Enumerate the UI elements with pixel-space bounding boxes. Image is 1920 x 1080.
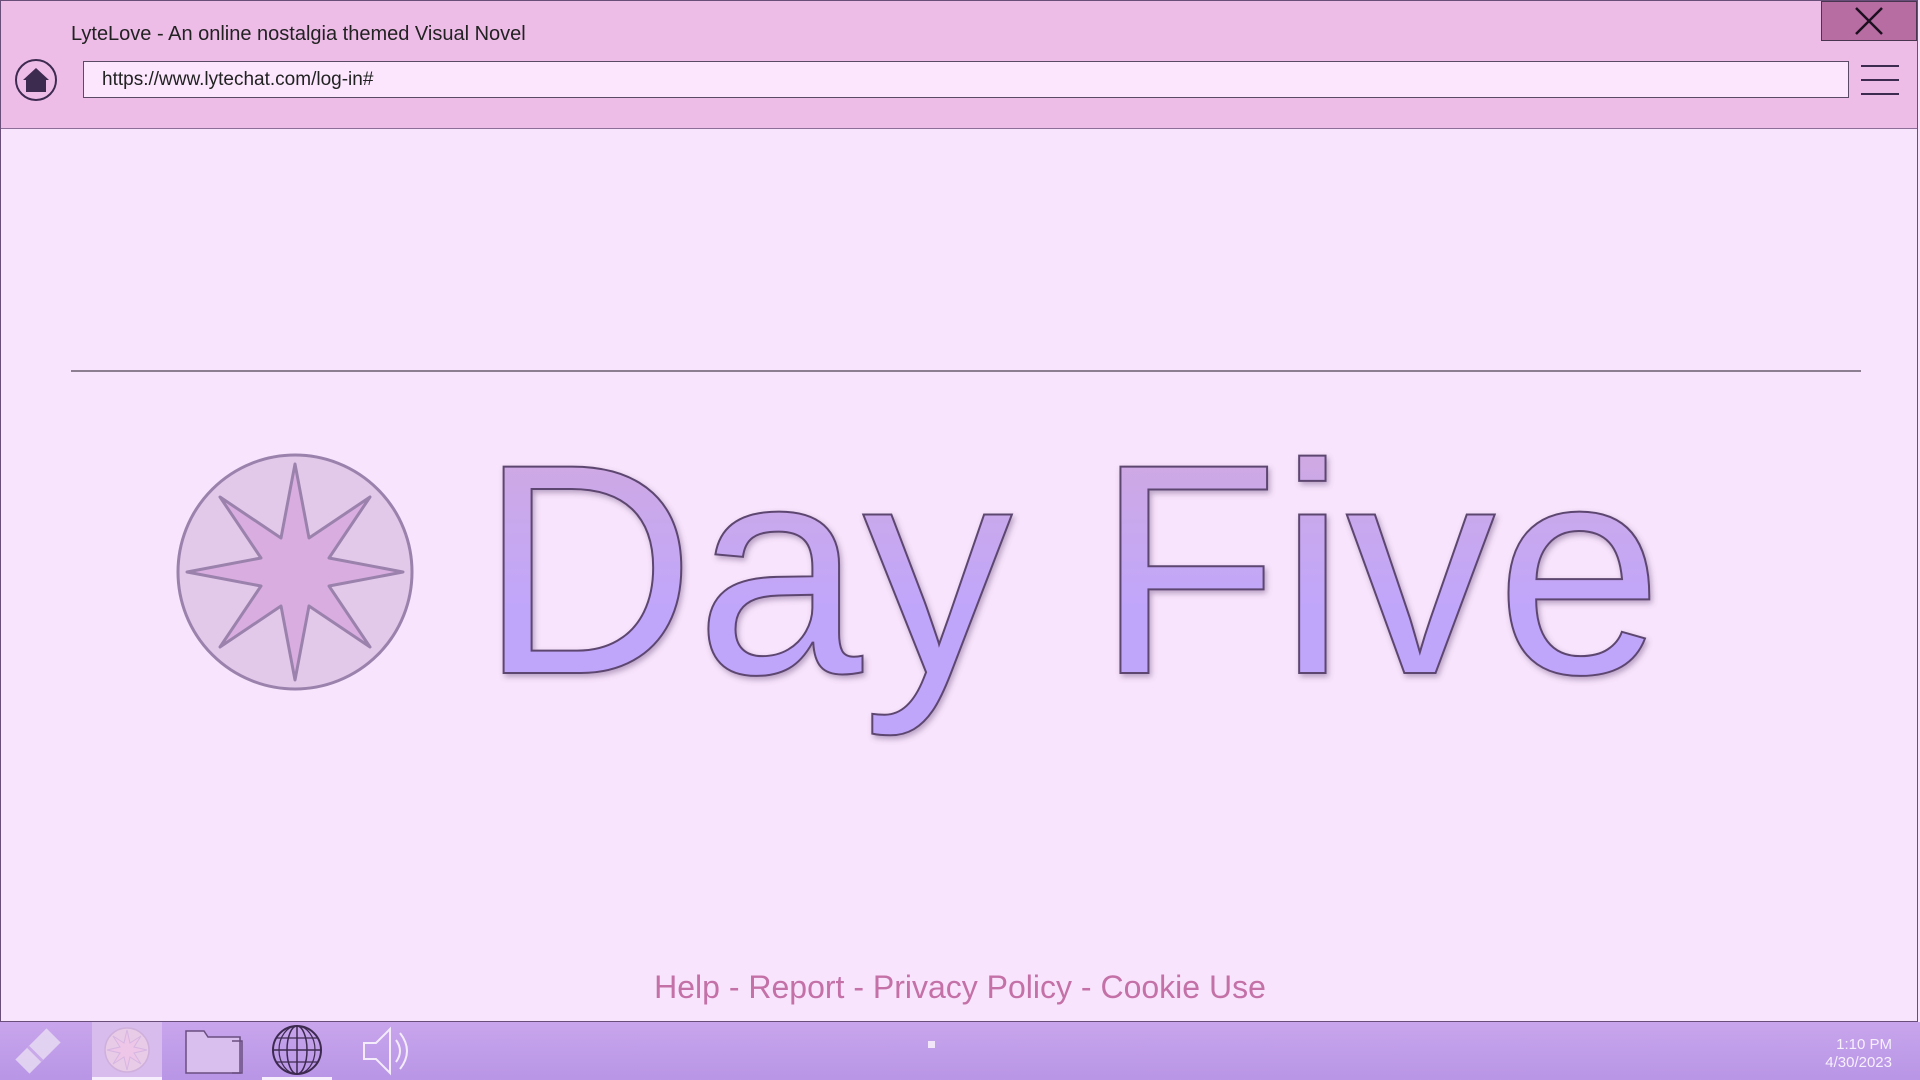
footer-separator: -	[719, 969, 749, 1005]
lytelove-star-icon	[104, 1026, 150, 1073]
taskbar-folder[interactable]	[176, 1022, 250, 1080]
footer-separator: -	[1072, 969, 1101, 1005]
divider	[71, 370, 1861, 372]
window-title: LyteLove - An online nostalgia themed Vi…	[71, 23, 526, 45]
title-bar: LyteLove - An online nostalgia themed Vi…	[1, 1, 1917, 129]
taskbar-browser[interactable]	[262, 1022, 332, 1080]
folder-icon	[185, 1030, 243, 1074]
start-diamond-icon	[15, 1028, 61, 1074]
close-icon	[1855, 7, 1883, 35]
menu-button[interactable]	[1861, 65, 1899, 95]
home-icon	[23, 68, 49, 92]
footer-links: Help - Report - Privacy Policy - Cookie …	[1, 969, 1919, 1006]
taskbar-volume[interactable]	[354, 1022, 424, 1080]
taskbar	[0, 1022, 1920, 1080]
close-button[interactable]	[1821, 1, 1917, 41]
url-input[interactable]	[83, 61, 1849, 98]
taskbar-lytelove[interactable]	[92, 1022, 162, 1080]
footer-separator: -	[844, 969, 873, 1005]
clock-date: 4/30/2023	[1825, 1054, 1892, 1071]
home-button[interactable]	[15, 59, 57, 101]
day-heading-text: Day Five	[479, 401, 1663, 739]
eight-point-star-icon	[176, 453, 414, 691]
privacy-policy-link[interactable]: Privacy Policy	[873, 969, 1072, 1005]
clock-time: 1:10 PM	[1836, 1036, 1892, 1053]
taskbar-indicator	[928, 1041, 935, 1048]
globe-icon	[272, 1024, 322, 1075]
cookie-use-link[interactable]: Cookie Use	[1100, 969, 1265, 1005]
browser-window: LyteLove - An online nostalgia themed Vi…	[0, 0, 1918, 1022]
speaker-icon	[363, 1026, 408, 1076]
start-button[interactable]	[4, 1022, 72, 1080]
day-heading: Day Five	[478, 400, 1664, 740]
report-link[interactable]: Report	[748, 969, 844, 1005]
system-clock[interactable]: 1:10 PM 4/30/2023	[1825, 1036, 1892, 1072]
help-link[interactable]: Help	[654, 969, 720, 1005]
hamburger-menu-icon	[1861, 65, 1899, 67]
